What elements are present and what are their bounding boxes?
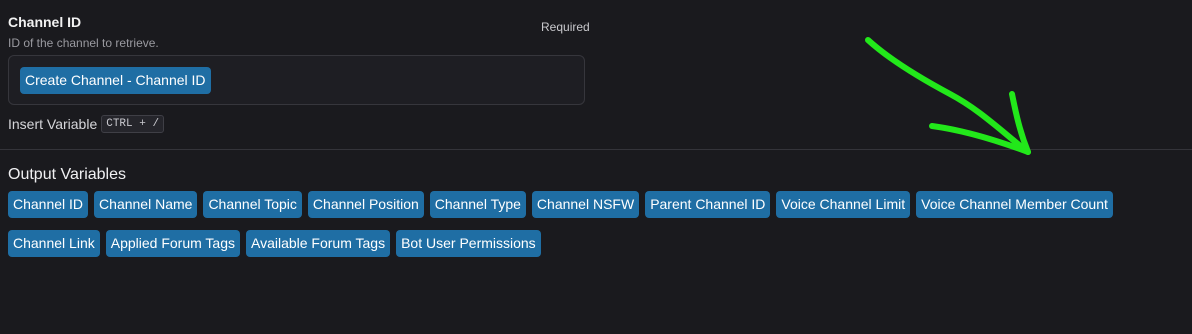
output-variable-chip[interactable]: Channel NSFW	[531, 191, 640, 218]
output-variable-chip[interactable]: Channel Name	[94, 191, 198, 218]
output-variable-chip[interactable]: Channel ID	[8, 191, 89, 218]
output-variables-title: Output Variables	[8, 166, 126, 183]
variable-chip[interactable]: Create Channel - Channel ID	[20, 67, 211, 94]
required-label: Required	[541, 20, 590, 34]
output-variable-chip[interactable]: Channel Link	[8, 230, 100, 257]
hand-drawn-arrow-icon	[865, 37, 1031, 155]
output-variable-chip[interactable]: Bot User Permissions	[396, 230, 541, 257]
output-variable-chip[interactable]: Voice Channel Limit	[776, 191, 911, 218]
output-variables-list: Channel ID Channel Name Channel Topic Ch…	[8, 191, 1158, 257]
channel-id-input[interactable]: Create Channel - Channel ID	[8, 55, 585, 105]
insert-variable-label[interactable]: Insert Variable	[8, 116, 97, 132]
field-title: Channel ID	[8, 14, 82, 30]
output-variable-chip[interactable]: Applied Forum Tags	[105, 230, 240, 257]
insert-variable-row[interactable]: Insert Variable CTRL + /	[8, 115, 165, 133]
field-description: ID of the channel to retrieve.	[8, 36, 159, 50]
output-variable-chip[interactable]: Channel Topic	[203, 191, 302, 218]
output-variable-chip[interactable]: Parent Channel ID	[645, 191, 771, 218]
output-variable-chip[interactable]: Channel Type	[429, 191, 526, 218]
output-variable-chip[interactable]: Voice Channel Member Count	[916, 191, 1113, 218]
output-variable-chip[interactable]: Channel Position	[307, 191, 424, 218]
channel-id-settings-panel: Channel ID ID of the channel to retrieve…	[0, 0, 1192, 334]
keyboard-shortcut-badge: CTRL + /	[101, 115, 165, 133]
output-variable-chip[interactable]: Available Forum Tags	[245, 230, 391, 257]
